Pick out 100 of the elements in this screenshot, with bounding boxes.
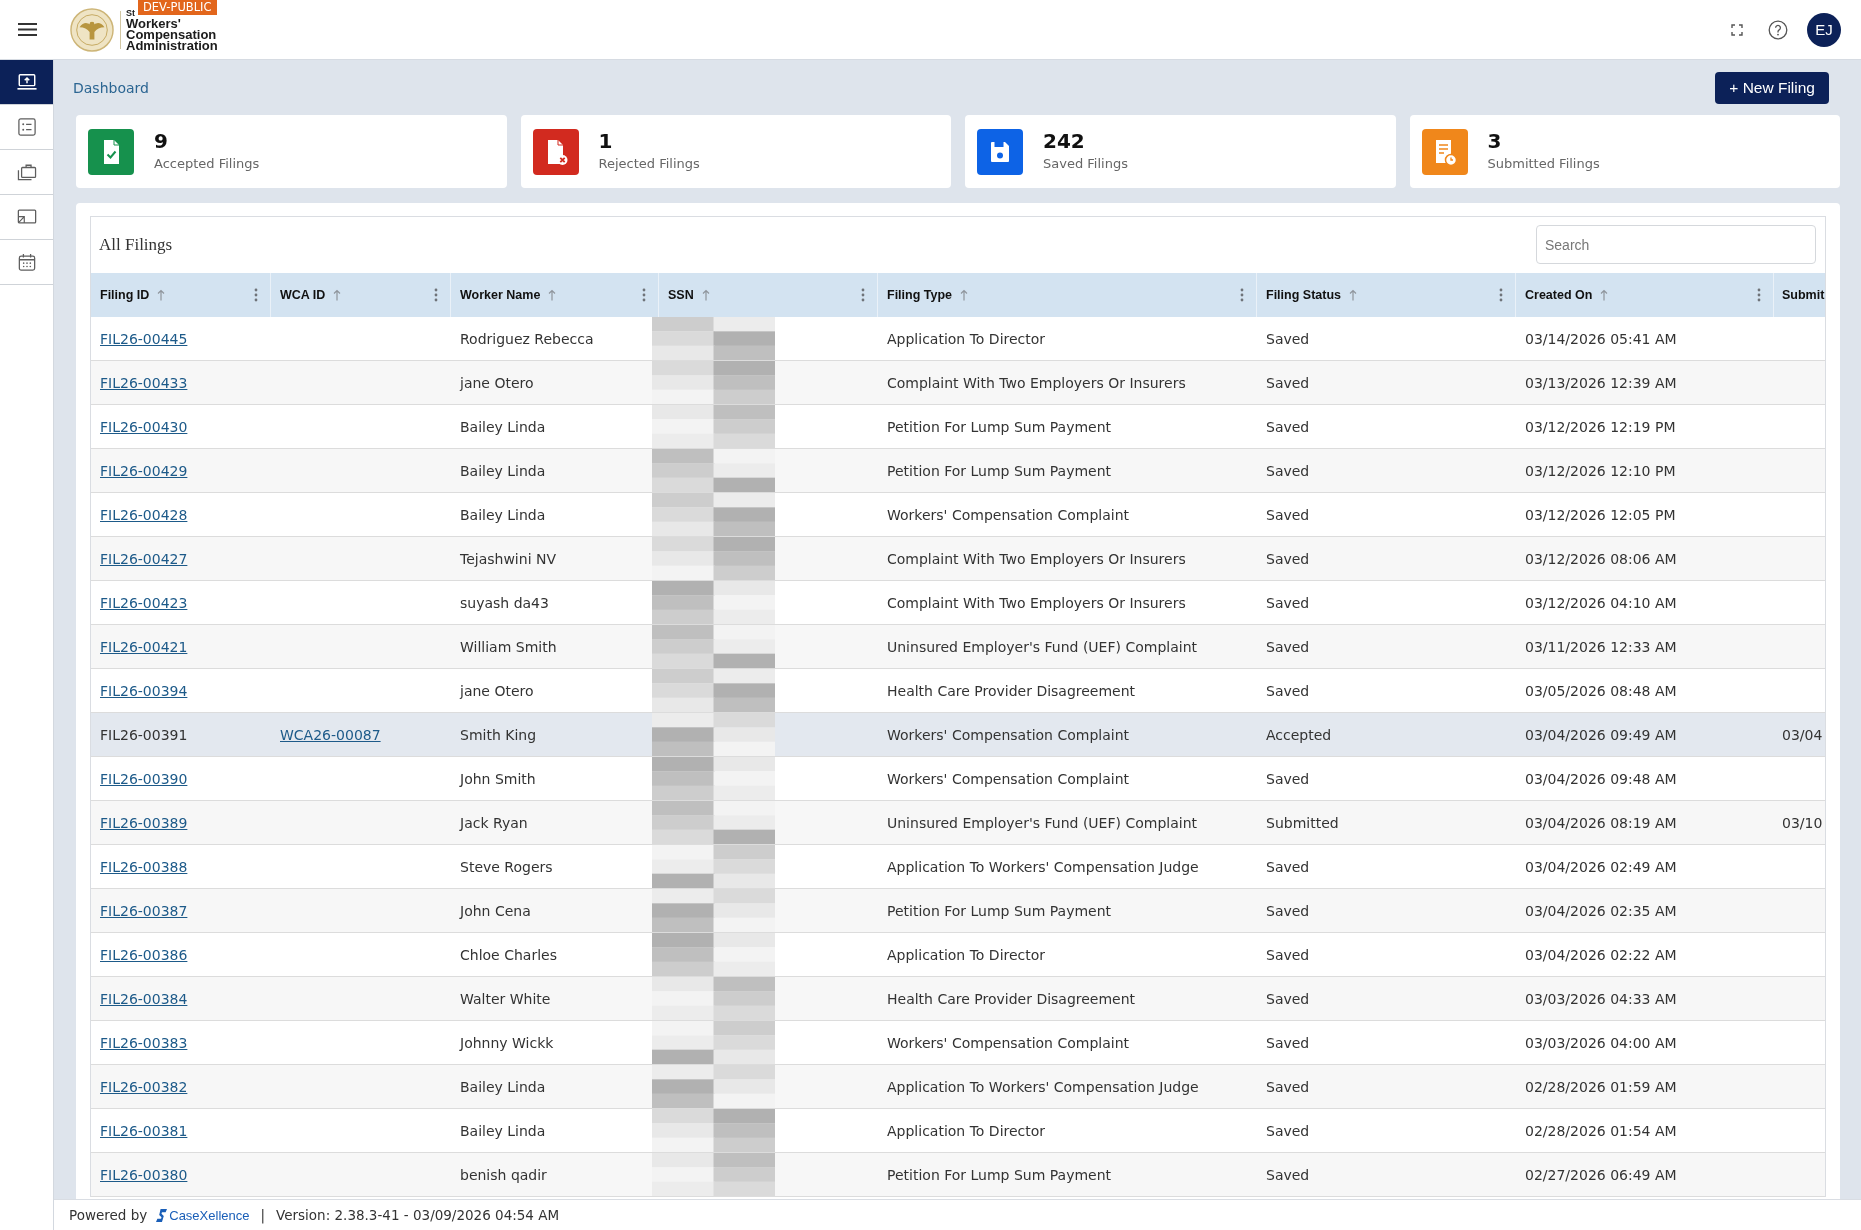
breadcrumb-link[interactable]: Dashboard xyxy=(73,79,149,96)
filing-status: Saved xyxy=(1266,1122,1310,1139)
stat-value: 242 xyxy=(1043,129,1085,153)
created-on-date: 03/04/2026 09:48 AM xyxy=(1525,770,1677,787)
filing-id-link[interactable]: FIL26-00383 xyxy=(100,1034,188,1051)
table-title: All Filings xyxy=(99,235,173,255)
filing-id-link[interactable]: FIL26-00430 xyxy=(100,418,188,435)
column-menu-icon[interactable] xyxy=(861,288,865,302)
filing-status: Saved xyxy=(1266,550,1310,567)
filing-status: Saved xyxy=(1266,594,1310,611)
created-on-date: 03/03/2026 04:33 AM xyxy=(1525,990,1677,1007)
created-on-date: 03/12/2026 12:19 PM xyxy=(1525,418,1676,435)
sort-arrow-icon[interactable] xyxy=(157,289,166,301)
filing-type: Application To Workers' Compensation Judge xyxy=(887,858,1199,875)
worker-name: jane Otero xyxy=(460,374,534,391)
table-row[interactable]: FIL26-00386 Chloe Charles Application To Director Saved 03/04/2026 02:22 AM xyxy=(91,933,1825,977)
filing-type: Workers' Compensation Complaint xyxy=(887,726,1129,743)
table-row[interactable]: FIL26-00390 John Smith Workers' Compensation Complaint Saved 03/04/2026 09:48 AM xyxy=(91,757,1825,801)
table-row[interactable]: FIL26-00391 WCA26-00087 Smith King Workers' Compensation Complaint Accepted 03/04/2026 09:49 AM 03/04 xyxy=(91,713,1825,757)
filing-status: Saved xyxy=(1266,902,1310,919)
sidebar-item[interactable] xyxy=(0,60,53,105)
frame-icon xyxy=(16,208,37,226)
filing-type: Workers' Compensation Complaint xyxy=(887,506,1129,523)
column-menu-icon[interactable] xyxy=(642,288,646,302)
sort-arrow-icon[interactable] xyxy=(701,289,710,301)
filing-type: Petition For Lump Sum Payment xyxy=(887,1166,1112,1183)
table-row[interactable]: FIL26-00429 Bailey Linda Petition For Lump Sum Payment Saved 03/12/2026 12:10 PM xyxy=(91,449,1825,493)
column-menu-icon[interactable] xyxy=(434,288,438,302)
filing-id-link[interactable]: FIL26-00445 xyxy=(100,330,188,347)
new-filing-button[interactable]: + New Filing xyxy=(1715,71,1829,104)
table-row[interactable]: FIL26-00382 Bailey Linda Application To Workers' Compensation Judge Saved 02/28/2026 01:59 AM xyxy=(91,1065,1825,1109)
column-menu-icon[interactable] xyxy=(254,288,258,302)
sort-arrow-icon[interactable] xyxy=(1600,289,1609,301)
sort-arrow-icon[interactable] xyxy=(548,289,557,301)
table-row[interactable]: FIL26-00421 William Smith Uninsured Employer's Fund (UEF) Complaint Saved 03/11/2026 12:33 AM xyxy=(91,625,1825,669)
table-row[interactable]: FIL26-00445 Rodriguez Rebecca Application To Director Saved 03/14/2026 05:41 AM xyxy=(91,317,1825,361)
created-on-date: 02/28/2026 01:59 AM xyxy=(1525,1078,1677,1095)
table-row[interactable]: FIL26-00430 Bailey Linda Petition For Lump Sum Payment Saved 03/12/2026 12:19 PM xyxy=(91,405,1825,449)
table-row[interactable]: FIL26-00427 Tejashwini NV Complaint With Two Employers Or Insurers Saved 03/12/2026 08:06 AM xyxy=(91,537,1825,581)
filing-id-link[interactable]: FIL26-00421 xyxy=(100,638,188,655)
filing-id-link[interactable]: FIL26-00429 xyxy=(100,462,188,479)
filing-status: Saved xyxy=(1266,330,1310,347)
worker-name: Johnny Wickk xyxy=(460,1034,554,1051)
table-row[interactable]: FIL26-00389 Jack Ryan Uninsured Employer's Fund (UEF) Complaint Submitted 03/04/2026 08:19 AM 03/10 xyxy=(91,801,1825,845)
wca-id-link[interactable]: WCA26-00087 xyxy=(280,726,381,743)
filing-type: Complaint With Two Employers Or Insurers xyxy=(887,550,1186,567)
column-menu-icon[interactable] xyxy=(1757,288,1761,302)
sort-arrow-icon[interactable] xyxy=(333,289,342,301)
search-field[interactable]: Search xyxy=(1536,225,1816,264)
table-row[interactable]: FIL26-00381 Bailey Linda Application To Director Saved 02/28/2026 01:54 AM xyxy=(91,1109,1825,1153)
sort-arrow-icon[interactable] xyxy=(1349,289,1357,301)
worker-name: Bailey Linda xyxy=(460,418,546,435)
filing-status: Saved xyxy=(1266,946,1310,963)
filing-id-link[interactable]: FIL26-00381 xyxy=(100,1122,188,1139)
table-row[interactable]: FIL26-00433 jane Otero Complaint With Two Employers Or Insurers Saved 03/13/2026 12:39 AM xyxy=(91,361,1825,405)
stat-value: 9 xyxy=(154,129,168,153)
filing-id-link[interactable]: FIL26-00388 xyxy=(100,858,188,875)
filing-id-link[interactable]: FIL26-00390 xyxy=(100,770,188,787)
date-text: 03/10 xyxy=(1782,814,1823,831)
filing-type: Health Care Provider Disagreement xyxy=(887,990,1136,1007)
filing-type: Health Care Provider Disagreement xyxy=(887,682,1136,699)
filing-status: Saved xyxy=(1266,638,1310,655)
table-row[interactable]: FIL26-00384 Walter White Health Care Provider Disagreement Saved 03/03/2026 04:33 AM xyxy=(91,977,1825,1021)
calendar-icon xyxy=(16,253,37,271)
table-row[interactable]: FIL26-00387 John Cena Petition For Lump Sum Payment Saved 03/04/2026 02:35 AM xyxy=(91,889,1825,933)
menu-icon[interactable] xyxy=(18,23,37,36)
filing-id-link[interactable]: FIL26-00382 xyxy=(100,1078,188,1095)
filing-id-link[interactable]: FIL26-00386 xyxy=(100,946,188,963)
fullscreen-icon[interactable] xyxy=(1731,23,1743,36)
column-header[interactable]: Submit xyxy=(1774,273,1825,317)
filing-id-link[interactable]: FIL26-00384 xyxy=(100,990,188,1007)
filing-id-link[interactable]: FIL26-00387 xyxy=(100,902,188,919)
filing-id-link[interactable]: FIL26-00433 xyxy=(100,374,188,391)
avatar-button[interactable]: EJ xyxy=(1807,12,1841,47)
created-on-date: 03/04/2026 02:49 AM xyxy=(1525,858,1677,875)
sort-arrow-icon[interactable] xyxy=(960,289,969,301)
table-row[interactable]: FIL26-00388 Steve Rogers Application To Workers' Compensation Judge Saved 03/04/2026 02:49 AM xyxy=(91,845,1825,889)
worker-name: Bailey Linda xyxy=(460,1122,546,1139)
filing-type: Application To Workers' Compensation Judge xyxy=(887,1078,1199,1095)
table-row[interactable]: FIL26-00383 Johnny Wickk Workers' Compensation Complaint Saved 03/03/2026 04:00 AM xyxy=(91,1021,1825,1065)
worker-name: jane Otero xyxy=(460,682,534,699)
filing-id-link[interactable]: FIL26-00427 xyxy=(100,550,188,567)
filing-id-link[interactable]: FIL26-00389 xyxy=(100,814,188,831)
table-row[interactable]: FIL26-00394 jane Otero Health Care Provider Disagreement Saved 03/05/2026 08:48 AM xyxy=(91,669,1825,713)
column-menu-icon[interactable] xyxy=(1240,288,1244,302)
filing-id-link[interactable]: FIL26-00380 xyxy=(100,1166,188,1183)
stat-label: Submitted Filings xyxy=(1487,155,1600,173)
table-row[interactable]: FIL26-00380 benish qadir Petition For Lump Sum Payment Saved 02/27/2026 06:49 AM xyxy=(91,1153,1825,1197)
help-icon[interactable] xyxy=(1768,19,1788,40)
filing-id-link[interactable]: FIL26-00428 xyxy=(100,506,188,523)
worker-name: John Smith xyxy=(460,770,536,787)
table-row[interactable]: FIL26-00428 Bailey Linda Workers' Compensation Complaint Saved 03/12/2026 12:05 PM xyxy=(91,493,1825,537)
stat-value: 3 xyxy=(1487,129,1502,153)
filing-id-link[interactable]: FIL26-00394 xyxy=(100,682,188,699)
created-on-date: 02/27/2026 06:49 AM xyxy=(1525,1166,1677,1183)
column-menu-icon[interactable] xyxy=(1499,288,1503,302)
filing-status: Saved xyxy=(1266,770,1310,787)
table-row[interactable]: FIL26-00423 suyash da43 Complaint With Two Employers Or Insurers Saved 03/12/2026 04:10 AM xyxy=(91,581,1825,625)
worker-name: Tejashwini NV xyxy=(460,550,557,567)
filing-id-link[interactable]: FIL26-00423 xyxy=(100,594,188,611)
